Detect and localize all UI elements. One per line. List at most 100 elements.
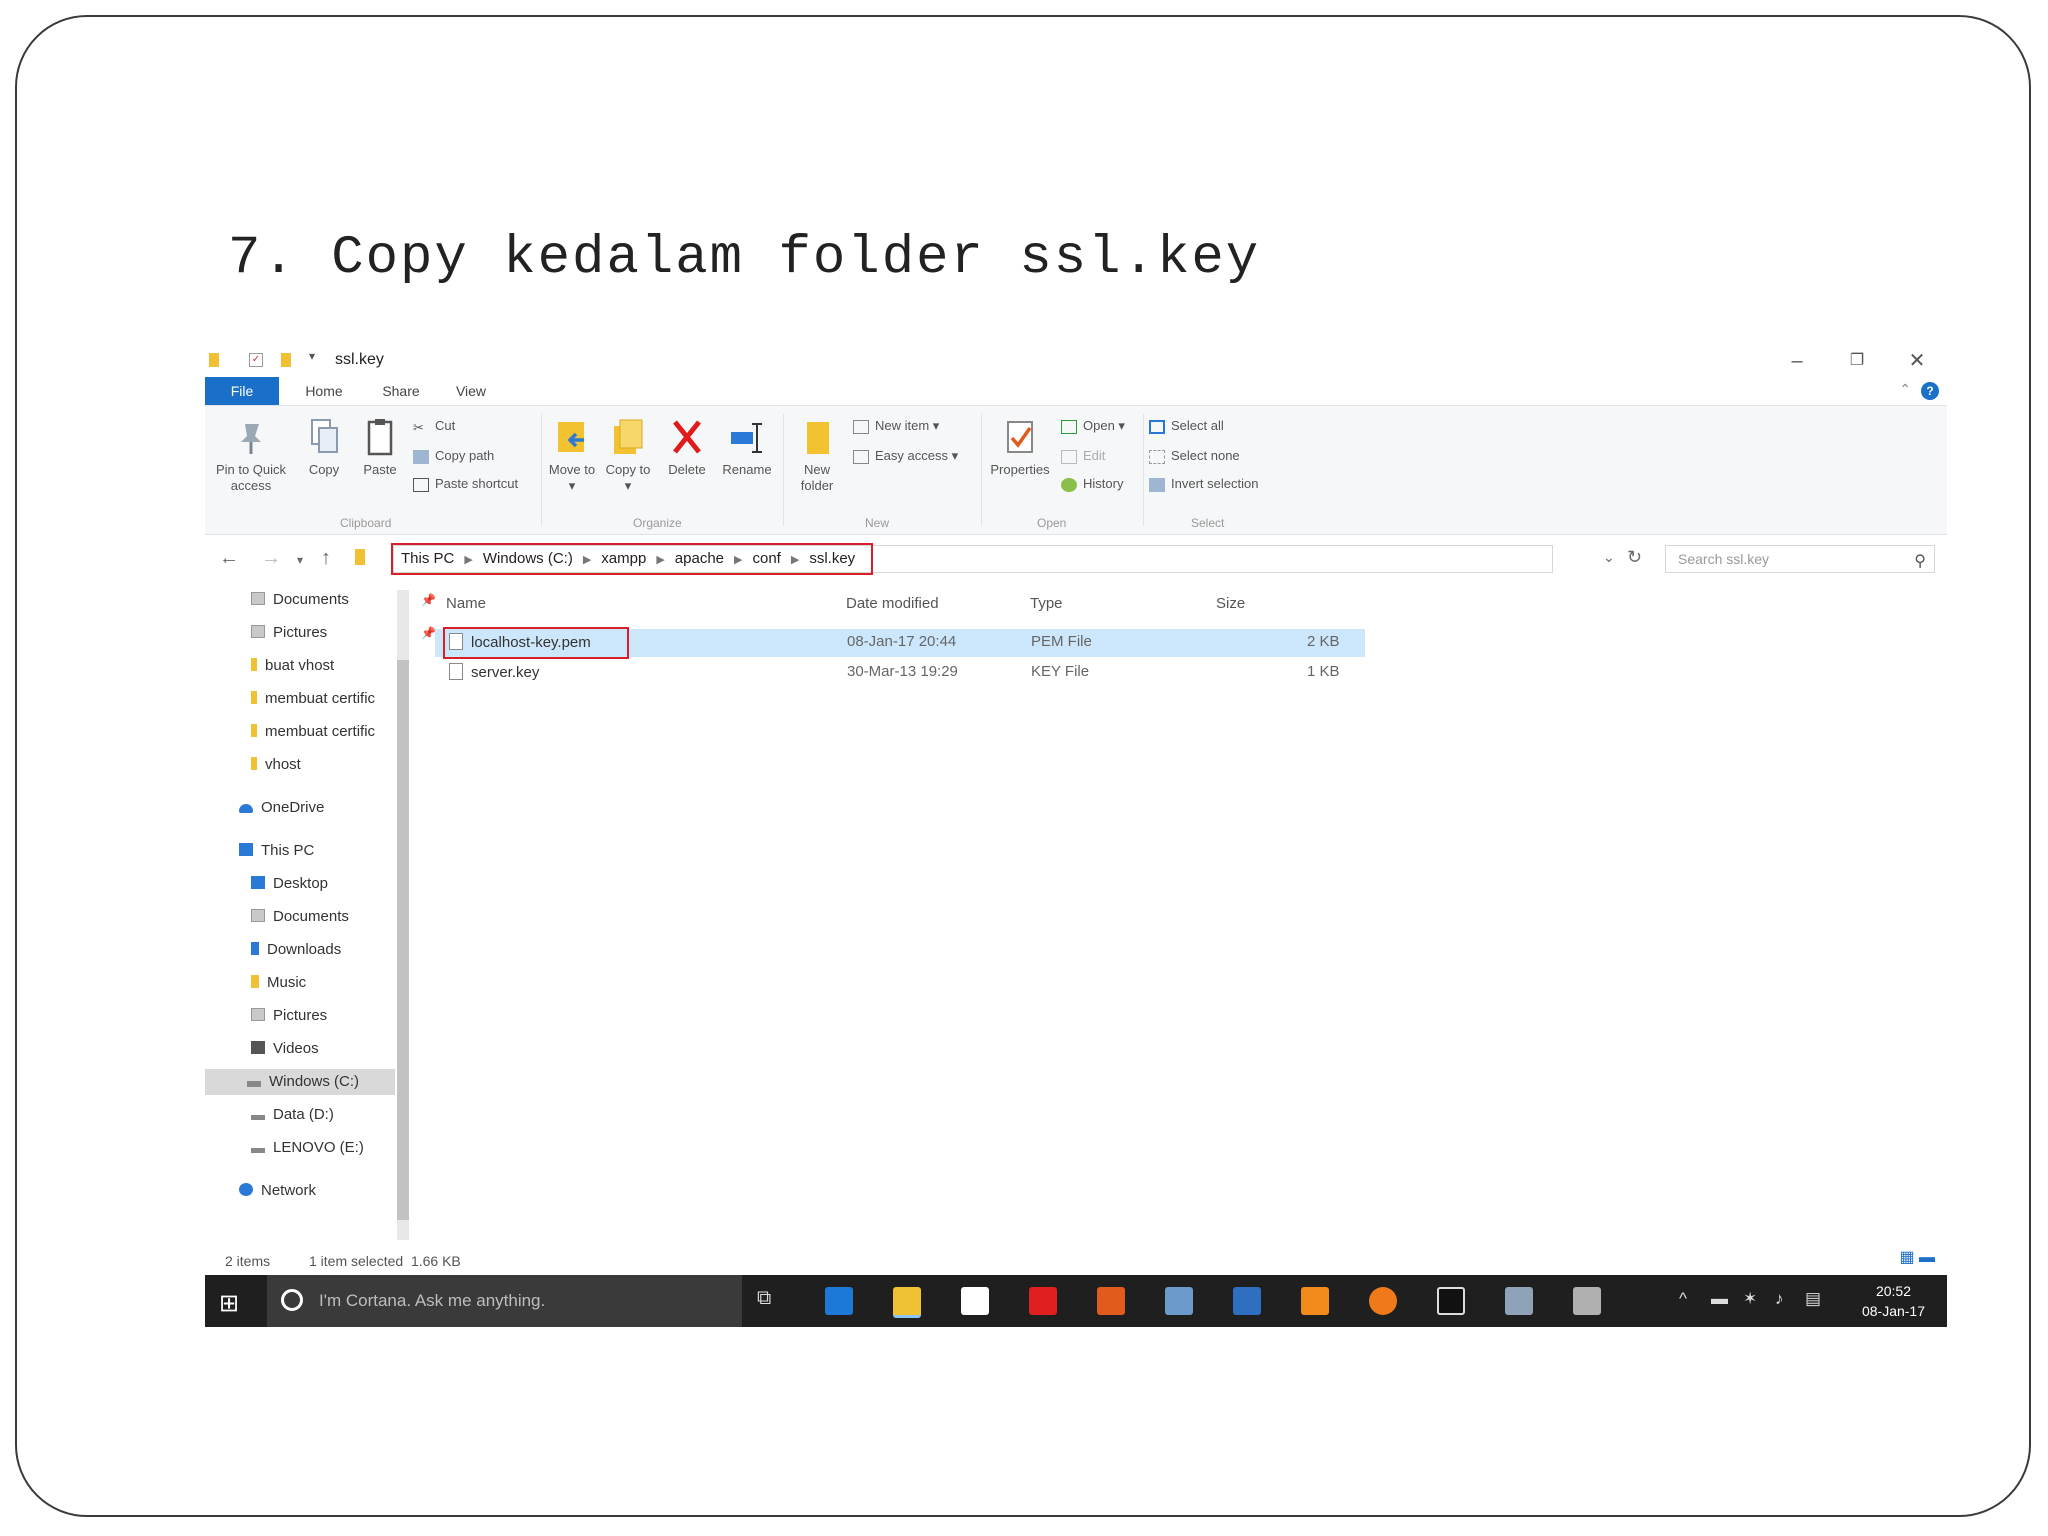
- store-icon[interactable]: [961, 1287, 989, 1315]
- up-arrow-icon[interactable]: ↑: [321, 547, 331, 570]
- breadcrumb-item[interactable]: ssl.key: [809, 550, 855, 567]
- minimize-button[interactable]: –: [1767, 345, 1827, 377]
- volume-icon[interactable]: ♪: [1775, 1289, 1784, 1309]
- file-date: 08-Jan-17 20:44: [847, 633, 957, 650]
- tab-home[interactable]: Home: [285, 377, 363, 405]
- app-icon[interactable]: [1505, 1287, 1533, 1315]
- scrollbar-thumb[interactable]: [397, 660, 409, 1220]
- forward-arrow-icon[interactable]: →: [261, 547, 281, 570]
- search-icon[interactable]: ⚲: [1914, 549, 1926, 575]
- column-header-type[interactable]: Type: [1030, 595, 1063, 612]
- easy-access-button[interactable]: Easy access ▾: [853, 448, 958, 464]
- move-to-label: Move to ▾: [548, 462, 596, 493]
- copy-path-button[interactable]: Copy path: [413, 448, 494, 464]
- column-header-name[interactable]: Name: [446, 595, 486, 612]
- breadcrumb-item[interactable]: conf: [752, 550, 780, 567]
- document-app-icon[interactable]: [1097, 1287, 1125, 1315]
- rename-button[interactable]: Rename: [719, 418, 775, 478]
- copy-button[interactable]: Copy: [299, 418, 349, 478]
- sidebar-item-desktop[interactable]: Desktop: [251, 871, 328, 897]
- task-view-icon[interactable]: ⧉: [757, 1287, 771, 1310]
- chevron-down-icon[interactable]: ⌄: [1603, 549, 1615, 566]
- breadcrumb-item[interactable]: xampp: [601, 550, 646, 567]
- cortana-search-box[interactable]: I'm Cortana. Ask me anything.: [267, 1275, 742, 1327]
- sidebar-item-this-pc[interactable]: This PC: [239, 838, 314, 864]
- sidebar-item-videos[interactable]: Videos: [251, 1036, 319, 1062]
- edit-button[interactable]: Edit: [1061, 448, 1105, 464]
- table-row[interactable]: server.key 30-Mar-13 19:29 KEY File 1 KB: [435, 659, 1365, 687]
- sidebar-item-documents-quick[interactable]: Documents 📌: [251, 587, 436, 613]
- delete-button[interactable]: Delete: [661, 418, 713, 478]
- recent-locations-icon[interactable]: ▾: [297, 553, 303, 567]
- select-all-button[interactable]: Select all: [1149, 418, 1224, 434]
- sidebar-item-downloads[interactable]: Downloads: [251, 937, 341, 963]
- breadcrumb-item[interactable]: apache: [675, 550, 724, 567]
- sidebar-item-windows-c[interactable]: Windows (C:): [205, 1069, 395, 1095]
- breadcrumb-item[interactable]: Windows (C:): [483, 550, 573, 567]
- network-status-icon[interactable]: ✶: [1743, 1289, 1757, 1309]
- sidebar-item-music[interactable]: Music: [251, 970, 306, 996]
- search-input[interactable]: Search ssl.key ⚲: [1665, 545, 1935, 573]
- sidebar-item-vhost[interactable]: vhost: [251, 752, 301, 778]
- notes-app-icon[interactable]: [1165, 1287, 1193, 1315]
- tab-file[interactable]: File: [205, 377, 279, 405]
- file-explorer-taskbar-icon[interactable]: [893, 1287, 921, 1318]
- navigation-pane-scrollbar[interactable]: [397, 590, 409, 1240]
- clock-time: 20:52: [1875, 1283, 1911, 1299]
- history-button[interactable]: History: [1061, 476, 1123, 492]
- xampp-icon[interactable]: [1301, 1287, 1329, 1315]
- refresh-icon[interactable]: ↻: [1627, 547, 1642, 568]
- cut-button[interactable]: ✂ Cut: [413, 418, 455, 435]
- view-details-icon[interactable]: ▦ ▬: [1899, 1247, 1935, 1267]
- sidebar-item-network[interactable]: Network: [239, 1178, 316, 1204]
- move-to-button[interactable]: Move to ▾: [545, 418, 599, 494]
- word-app-icon[interactable]: [1233, 1287, 1261, 1315]
- new-folder-label: New folder: [800, 462, 834, 493]
- command-prompt-icon[interactable]: [1437, 1287, 1465, 1315]
- mail-app-icon[interactable]: [1029, 1287, 1057, 1315]
- close-button[interactable]: ✕: [1887, 345, 1947, 377]
- quick-access-dropdown-icon[interactable]: ▾: [309, 349, 315, 365]
- new-folder-quick-icon[interactable]: [281, 353, 291, 367]
- breadcrumb-item[interactable]: This PC: [401, 550, 454, 567]
- maximize-button[interactable]: ❐: [1827, 345, 1887, 377]
- back-arrow-icon[interactable]: ←: [219, 547, 239, 570]
- tab-view[interactable]: View: [439, 377, 503, 405]
- new-folder-button[interactable]: New folder: [787, 418, 847, 494]
- properties-button[interactable]: Properties: [983, 418, 1057, 478]
- pin-quick-access-button[interactable]: Pin to Quick access: [211, 418, 291, 494]
- sidebar-item-data-d[interactable]: Data (D:): [251, 1102, 334, 1128]
- column-header-size[interactable]: Size: [1216, 595, 1245, 612]
- column-header-date-modified[interactable]: Date modified: [846, 595, 939, 612]
- sidebar-item-buat-vhost[interactable]: buat vhost: [251, 653, 334, 679]
- properties-quick-icon[interactable]: ✓: [249, 353, 263, 367]
- sidebar-item-pictures-quick[interactable]: Pictures 📌: [251, 620, 436, 646]
- open-button[interactable]: Open ▾: [1061, 418, 1125, 434]
- chevron-up-icon[interactable]: ^: [1679, 1289, 1687, 1309]
- collapse-ribbon-icon[interactable]: ⌃: [1899, 381, 1911, 398]
- paste-shortcut-button[interactable]: Paste shortcut: [413, 476, 518, 492]
- cloud-icon: [239, 804, 253, 813]
- breadcrumb[interactable]: This PC ▶ Windows (C:) ▶ xampp ▶ apache ▶ conf ▶ s…: [391, 543, 874, 575]
- sidebar-item-pictures[interactable]: Pictures: [251, 1003, 327, 1029]
- sidebar-item-lenovo-e[interactable]: LENOVO (E:): [251, 1135, 364, 1161]
- battery-icon[interactable]: ▬: [1711, 1289, 1728, 1309]
- taskbar-clock[interactable]: 20:52 08-Jan-17: [1862, 1281, 1925, 1321]
- tab-share[interactable]: Share: [365, 377, 437, 405]
- notification-icon[interactable]: ▤: [1805, 1289, 1821, 1309]
- firefox-icon[interactable]: [1369, 1287, 1397, 1315]
- sidebar-item-membuat-certific[interactable]: membuat certific: [251, 719, 397, 745]
- invert-selection-button[interactable]: Invert selection: [1149, 476, 1258, 492]
- sidebar-item-onedrive[interactable]: OneDrive: [239, 795, 324, 821]
- edge-browser-icon[interactable]: [825, 1287, 853, 1315]
- help-icon[interactable]: ?: [1921, 382, 1939, 400]
- new-item-button[interactable]: New item ▾: [853, 418, 939, 434]
- app-icon[interactable]: [1573, 1287, 1601, 1315]
- select-none-button[interactable]: Select none: [1149, 448, 1240, 464]
- sidebar-item-documents[interactable]: Documents: [251, 904, 349, 930]
- copy-to-button[interactable]: Copy to ▾: [603, 418, 653, 494]
- paste-button[interactable]: Paste: [355, 418, 405, 478]
- windows-start-icon[interactable]: ⊞: [219, 1289, 239, 1318]
- table-row[interactable]: localhost-key.pem 08-Jan-17 20:44 PEM Fi…: [435, 627, 1365, 659]
- sidebar-item-membuat-certific[interactable]: membuat certific: [251, 686, 397, 712]
